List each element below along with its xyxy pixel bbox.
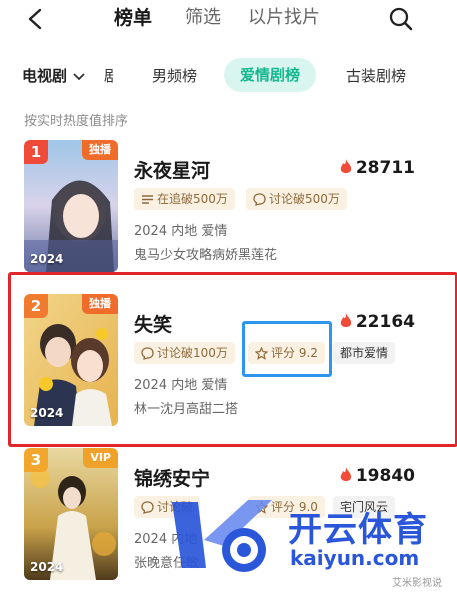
chip-tracking: 在追破500万 xyxy=(134,188,235,210)
heat-value: 19840 xyxy=(355,466,415,486)
tab-partial[interactable]: 剧 xyxy=(104,65,114,86)
sort-note: 按实时热度值排序 xyxy=(24,114,129,129)
drama-title[interactable]: 锦绣安宁 xyxy=(134,464,210,491)
flame-icon xyxy=(340,159,351,173)
tab-find-by-clip[interactable]: 以片找片 xyxy=(248,5,320,31)
exclusive-badge: 独播 xyxy=(82,140,118,160)
rank-badge: 3 xyxy=(24,448,48,472)
meta-info: 2024 内地 爱情 xyxy=(134,224,228,239)
poster-year: 2024 xyxy=(30,252,64,266)
tab-costume[interactable]: 古装剧榜 xyxy=(346,65,406,86)
back-arrow-icon[interactable] xyxy=(26,8,46,30)
watermark-domain: kaiyun.com xyxy=(290,546,420,570)
tab-ranking[interactable]: 榜单 xyxy=(114,5,152,31)
poster-image[interactable]: 3 VIP 2024 xyxy=(24,448,118,580)
top-nav: 榜单 筛选 以片找片 xyxy=(0,0,457,40)
category-tabs: 电视剧 剧 男频榜 爱情剧榜 古装剧榜 xyxy=(0,58,457,94)
highlight-box-blue xyxy=(242,321,332,377)
tab-male-channel[interactable]: 男频榜 xyxy=(152,65,197,86)
chip-text: 讨论破500万 xyxy=(269,192,340,206)
comment-icon xyxy=(253,193,266,206)
watermark-text: 开云体育 xyxy=(288,510,428,550)
description: 鬼马少女攻略病娇黑莲花 xyxy=(134,248,278,263)
heat-value: 28711 xyxy=(355,158,415,178)
list-icon xyxy=(142,195,153,204)
watermark-credit: 艾米影视说 xyxy=(392,578,442,589)
tab-romance[interactable]: 爱情剧榜 xyxy=(224,58,317,92)
chip-text: 在追破500万 xyxy=(157,192,228,206)
watermark-logo-icon xyxy=(172,500,272,572)
vip-badge: VIP xyxy=(83,448,118,468)
poster-image[interactable]: 1 独播 2024 xyxy=(24,140,118,272)
tab-filter[interactable]: 筛选 xyxy=(185,5,221,31)
category-dropdown-label: 电视剧 xyxy=(22,67,68,85)
heat-score: 28711 xyxy=(340,158,415,178)
flame-icon xyxy=(340,467,351,481)
search-icon[interactable] xyxy=(388,6,414,32)
chevron-down-icon xyxy=(73,72,85,80)
heat-score: 19840 xyxy=(340,466,415,486)
category-dropdown[interactable]: 电视剧 xyxy=(22,65,85,86)
chip-discussion: 讨论破500万 xyxy=(246,188,347,210)
rank-badge: 1 xyxy=(24,140,48,164)
drama-title[interactable]: 永夜星河 xyxy=(134,156,210,183)
comment-icon xyxy=(141,501,154,514)
poster-year: 2024 xyxy=(30,560,64,574)
list-item[interactable]: 1 独播 2024 永夜星河 28711 在追破500万 讨论破500万 202… xyxy=(0,140,457,280)
highlight-box-red xyxy=(8,272,457,447)
